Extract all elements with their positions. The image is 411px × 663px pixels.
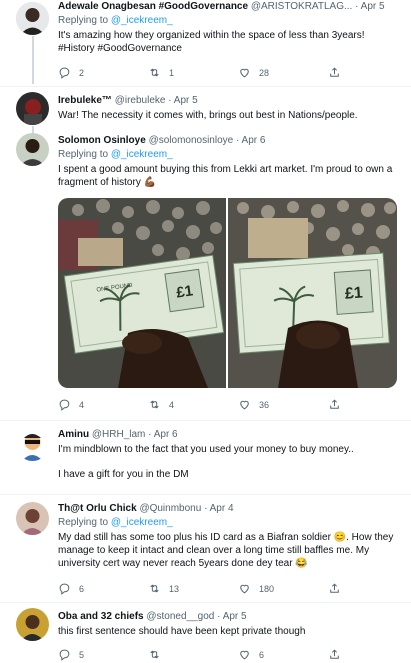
divider (0, 420, 411, 421)
avatar[interactable] (16, 428, 49, 461)
photo-1[interactable]: £1 ONE POUND (58, 198, 226, 388)
tweet-text: I spent a good amount buying this from L… (58, 164, 393, 188)
handle-date[interactable]: @stoned__god · Apr 5 (146, 611, 246, 622)
mention-link[interactable]: @_icekreem_ (111, 517, 173, 528)
share-icon (330, 583, 339, 593)
like-button[interactable]: 28 (238, 66, 269, 79)
like-button[interactable]: 180 (238, 582, 274, 595)
retweet-count: 13 (169, 583, 180, 594)
reply-count: 2 (79, 67, 85, 78)
tweet-2[interactable]: Irebuleke™ @irebuleke · Apr 5 War! The n… (0, 90, 411, 136)
heart-icon (240, 68, 249, 78)
replying-to: Replying to @_icekreem_ (58, 149, 173, 160)
heart-icon (240, 650, 249, 660)
avatar[interactable] (16, 133, 49, 166)
display-name[interactable]: Irebuleke™ (58, 95, 112, 106)
share-button[interactable] (328, 398, 341, 411)
retweet-count: 4 (169, 399, 175, 410)
heart-icon (240, 584, 249, 594)
reply-button[interactable]: 4 (58, 398, 84, 411)
tweet-5[interactable]: Th@t Orlu Chick @Quinmbonu · Apr 4 Reply… (0, 498, 411, 598)
avatar[interactable] (16, 92, 49, 125)
reply-button[interactable]: 2 (58, 66, 84, 79)
heart-icon (240, 400, 249, 410)
mention-link[interactable]: @_icekreem_ (111, 149, 173, 160)
reply-button[interactable]: 6 (58, 582, 84, 595)
reply-icon (59, 649, 70, 661)
retweet-button[interactable]: 1 (148, 66, 174, 79)
display-name[interactable]: Solomon Osinloye (58, 135, 146, 146)
reply-count: 5 (79, 649, 85, 660)
tweet-3[interactable]: Solomon Osinloye @solomonosinloye · Apr … (0, 130, 411, 420)
display-name[interactable]: Oba and 32 chiefs (58, 611, 144, 622)
mention-link[interactable]: @_icekreem_ (111, 15, 173, 26)
tweet-text: this first sentence should have been kep… (58, 626, 306, 637)
like-button[interactable]: 6 (238, 648, 264, 661)
share-icon (330, 399, 339, 409)
tweet-text: It's amazing how they organized within t… (58, 30, 365, 41)
like-button[interactable]: 36 (238, 398, 269, 411)
reply-icon (59, 583, 70, 595)
display-name[interactable]: Aminu (58, 429, 89, 440)
display-name[interactable]: Adewale Onagbesan #GoodGovernance (58, 1, 248, 12)
retweet-icon (150, 400, 159, 409)
share-icon (330, 649, 339, 659)
divider (0, 602, 411, 603)
tweet-text-line-2: I have a gift for you in the DM (58, 469, 189, 480)
tweet-4[interactable]: Aminu @HRH_lam · Apr 6 I'm mindblown to … (0, 424, 411, 492)
share-button[interactable] (328, 582, 341, 595)
retweet-button[interactable] (148, 648, 169, 661)
avatar[interactable] (16, 608, 49, 641)
handle-date[interactable]: @solomonosinloye · Apr 6 (149, 135, 266, 146)
replying-to: Replying to @_icekreem_ (58, 517, 173, 528)
avatar[interactable] (16, 502, 49, 535)
share-button[interactable] (328, 648, 341, 661)
avatar[interactable] (16, 2, 49, 35)
like-count: 180 (259, 583, 275, 594)
handle-date[interactable]: @HRH_lam · Apr 6 (92, 429, 178, 440)
reply-count: 4 (79, 399, 85, 410)
thread-line (32, 36, 34, 84)
share-icon (330, 67, 339, 77)
photo-2[interactable]: £1 (228, 198, 397, 388)
handle-date[interactable]: @irebuleke · Apr 5 (115, 95, 198, 106)
retweet-icon (150, 68, 159, 77)
retweet-button[interactable]: 13 (148, 582, 179, 595)
divider (0, 494, 411, 495)
tweet-6[interactable]: Oba and 32 chiefs @stoned__god · Apr 5 t… (0, 606, 411, 663)
replying-to: Replying to @_icekreem_ (58, 15, 173, 26)
divider (0, 86, 411, 87)
hashtags[interactable]: #History #GoodGovernance (58, 42, 403, 55)
like-count: 36 (259, 399, 270, 410)
reply-icon (59, 67, 70, 79)
media-grid[interactable]: £1 ONE POUND £1 (58, 198, 397, 388)
banknote-denomination: £1 (175, 282, 194, 301)
like-count: 28 (259, 67, 270, 78)
retweet-icon (150, 650, 159, 659)
display-name[interactable]: Th@t Orlu Chick (58, 503, 137, 514)
tweet-text: War! The necessity it comes with, brings… (58, 110, 358, 121)
banknote-denomination: £1 (344, 285, 363, 303)
handle-date[interactable]: @ARISTOKRATLAG... · Apr 5 (251, 1, 385, 12)
share-button[interactable] (328, 66, 341, 79)
retweet-button[interactable]: 4 (148, 398, 174, 411)
retweet-icon (150, 584, 159, 593)
tweet-text: My dad still has some too plus his ID ca… (58, 532, 394, 569)
tweet-text: I'm mindblown to the fact that you used … (58, 444, 354, 455)
retweet-count: 1 (169, 67, 175, 78)
handle-date[interactable]: @Quinmbonu · Apr 4 (139, 503, 233, 514)
like-count: 6 (259, 649, 265, 660)
reply-count: 6 (79, 583, 85, 594)
tweet-1[interactable]: Adewale Onagbesan #GoodGovernance @ARIST… (0, 0, 411, 84)
reply-icon (59, 399, 70, 411)
reply-button[interactable]: 5 (58, 648, 84, 661)
